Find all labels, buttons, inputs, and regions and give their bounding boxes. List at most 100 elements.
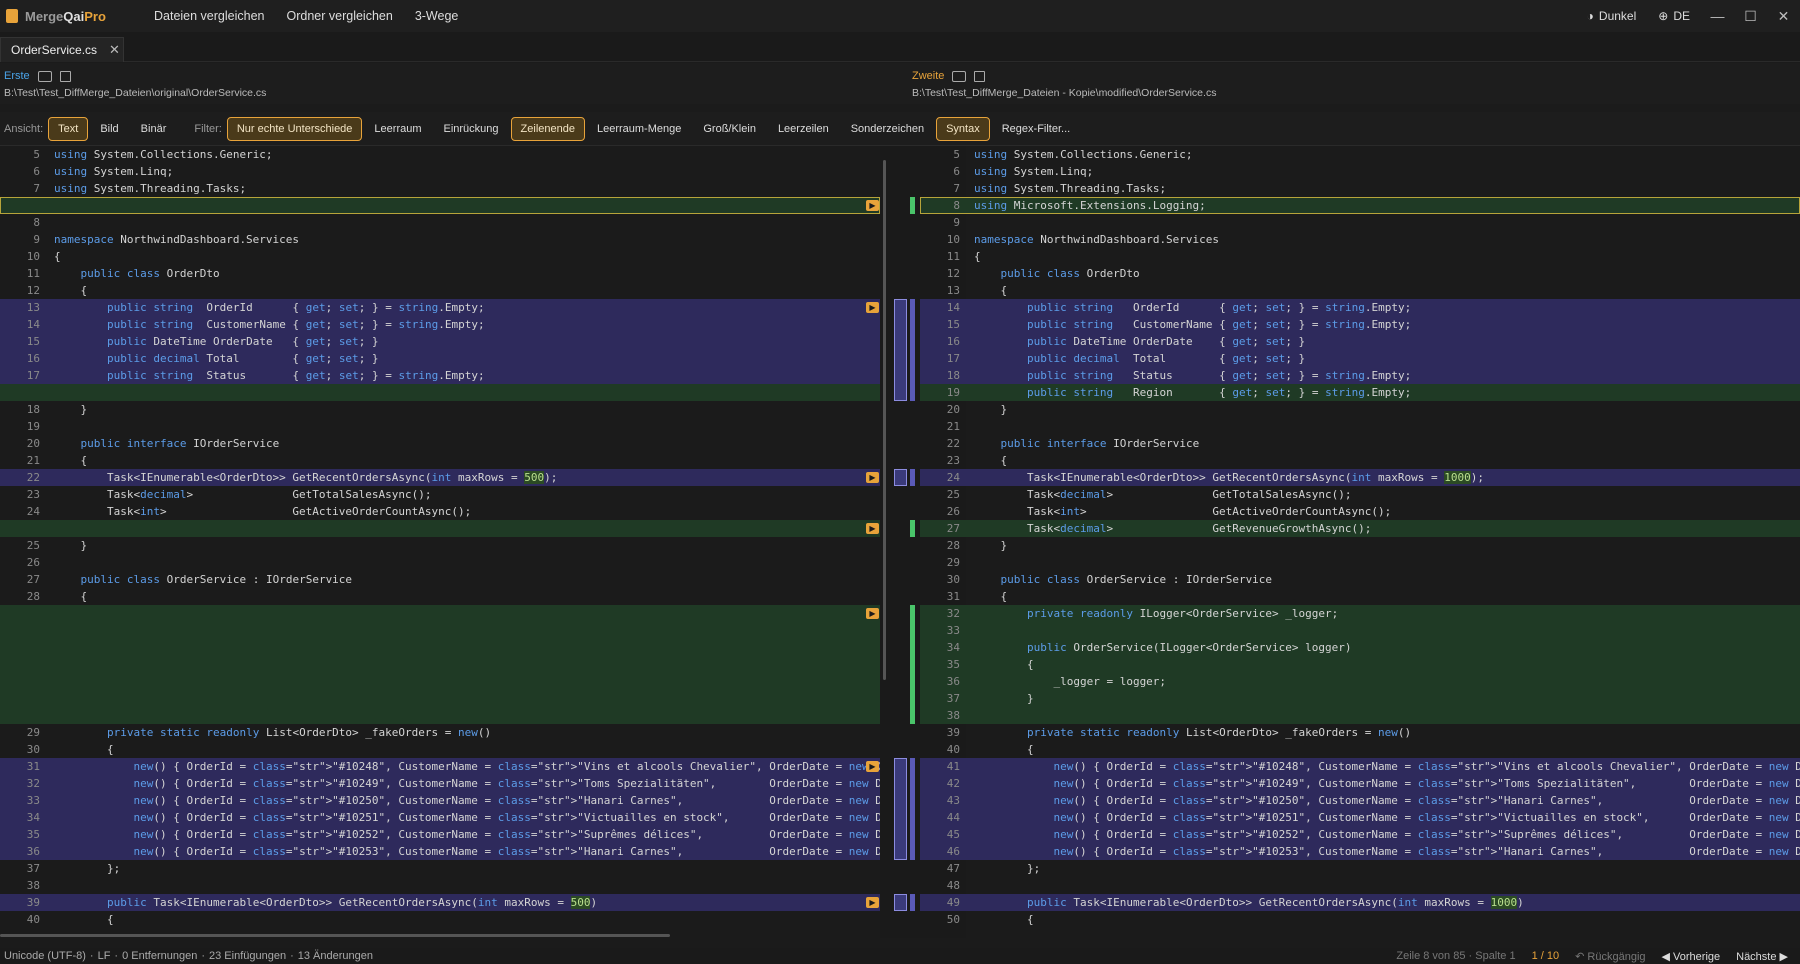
- right-code-line[interactable]: 47 };: [920, 860, 1800, 877]
- left-code-line[interactable]: [0, 690, 880, 707]
- right-code-line[interactable]: 9: [920, 214, 1800, 231]
- filter-empty-lines[interactable]: Leerzeilen: [768, 117, 839, 141]
- menu-compare-folders[interactable]: Ordner vergleichen: [276, 0, 404, 32]
- left-code-line[interactable]: 18 }: [0, 401, 880, 418]
- right-code-line[interactable]: 8 using Microsoft.Extensions.Logging;: [920, 197, 1800, 214]
- filter-indent[interactable]: Einrückung: [434, 117, 509, 141]
- left-code-line[interactable]: 38: [0, 877, 880, 894]
- left-code-line[interactable]: 16 public decimal Total { get; set; }: [0, 350, 880, 367]
- right-code-line[interactable]: 6 using System.Linq;: [920, 163, 1800, 180]
- right-code-line[interactable]: 29: [920, 554, 1800, 571]
- left-code-line[interactable]: [0, 197, 880, 214]
- left-code-line[interactable]: 9 namespace NorthwindDashboard.Services: [0, 231, 880, 248]
- right-code-line[interactable]: 24 Task<IEnumerable<OrderDto>> GetRecent…: [920, 469, 1800, 486]
- left-code-line[interactable]: 40 {: [0, 911, 880, 928]
- right-code-line[interactable]: 22 public interface IOrderService: [920, 435, 1800, 452]
- left-code-line[interactable]: 13 public string OrderId { get; set; } =…: [0, 299, 880, 316]
- right-code-line[interactable]: 27 Task<decimal> GetRevenueGrowthAsync()…: [920, 520, 1800, 537]
- left-code-line[interactable]: 31 new() { OrderId = class="str">"#10248…: [0, 758, 880, 775]
- left-code-line[interactable]: 35 new() { OrderId = class="str">"#10252…: [0, 826, 880, 843]
- right-code-line[interactable]: 12 public class OrderDto: [920, 265, 1800, 282]
- theme-toggle[interactable]: ◑ Dunkel: [1576, 9, 1648, 23]
- right-code-line[interactable]: 34 public OrderService(ILogger<OrderServ…: [920, 639, 1800, 656]
- left-code-line[interactable]: 25 }: [0, 537, 880, 554]
- right-code-line[interactable]: 49 public Task<IEnumerable<OrderDto>> Ge…: [920, 894, 1800, 911]
- filter-syntax[interactable]: Syntax: [936, 116, 990, 141]
- right-code-line[interactable]: 41 new() { OrderId = class="str">"#10248…: [920, 758, 1800, 775]
- menu-three-way[interactable]: 3-Wege: [404, 0, 470, 32]
- left-code-line[interactable]: 34 new() { OrderId = class="str">"#10251…: [0, 809, 880, 826]
- right-code-line[interactable]: 44 new() { OrderId = class="str">"#10251…: [920, 809, 1800, 826]
- left-code-line[interactable]: 23 Task<decimal> GetTotalSalesAsync();: [0, 486, 880, 503]
- menu-compare-files[interactable]: Dateien vergleichen: [143, 0, 276, 32]
- right-code-line[interactable]: 13 {: [920, 282, 1800, 299]
- view-binary-button[interactable]: Binär: [131, 117, 177, 141]
- filter-line-ending[interactable]: Zeilenende: [510, 116, 585, 141]
- right-code-line[interactable]: 38: [920, 707, 1800, 724]
- minimize-button[interactable]: —: [1701, 8, 1734, 24]
- right-code-line[interactable]: 23 {: [920, 452, 1800, 469]
- horizontal-scrollbar[interactable]: [0, 934, 880, 938]
- left-code-line[interactable]: 37 };: [0, 860, 880, 877]
- left-code-line[interactable]: [0, 622, 880, 639]
- right-code-line[interactable]: 35 {: [920, 656, 1800, 673]
- left-code-line[interactable]: 19: [0, 418, 880, 435]
- undo-button[interactable]: ↶ Rückgängig: [1575, 950, 1645, 963]
- tab-orderservice[interactable]: OrderService.cs ✕: [0, 37, 124, 62]
- left-code-line[interactable]: 27 public class OrderService : IOrderSer…: [0, 571, 880, 588]
- prev-diff-button[interactable]: ◀ Vorherige: [1662, 950, 1721, 963]
- save-icon[interactable]: [59, 70, 71, 82]
- right-code-line[interactable]: 45 new() { OrderId = class="str">"#10252…: [920, 826, 1800, 843]
- left-code-line[interactable]: 7 using System.Threading.Tasks;: [0, 180, 880, 197]
- filter-special-chars[interactable]: Sonderzeichen: [841, 117, 934, 141]
- maximize-button[interactable]: ☐: [1734, 8, 1767, 25]
- merge-right-arrow-icon[interactable]: ▶: [866, 608, 879, 619]
- right-code-line[interactable]: 40 {: [920, 741, 1800, 758]
- merge-right-arrow-icon[interactable]: ▶: [866, 761, 879, 772]
- right-code-line[interactable]: 5 using System.Collections.Generic;: [920, 146, 1800, 163]
- left-code-line[interactable]: [0, 384, 880, 401]
- left-code-line[interactable]: 28 {: [0, 588, 880, 605]
- merge-right-arrow-icon[interactable]: ▶: [866, 523, 879, 534]
- right-code-line[interactable]: 7 using System.Threading.Tasks;: [920, 180, 1800, 197]
- right-code-line[interactable]: 32 private readonly ILogger<OrderService…: [920, 605, 1800, 622]
- merge-right-arrow-icon[interactable]: ▶: [866, 302, 879, 313]
- right-code-line[interactable]: 14 public string OrderId { get; set; } =…: [920, 299, 1800, 316]
- left-code-line[interactable]: 32 new() { OrderId = class="str">"#10249…: [0, 775, 880, 792]
- left-code-line[interactable]: 39 public Task<IEnumerable<OrderDto>> Ge…: [0, 894, 880, 911]
- left-code-line[interactable]: 10 {: [0, 248, 880, 265]
- tab-close-icon[interactable]: ✕: [109, 42, 120, 58]
- merge-right-arrow-icon[interactable]: ▶: [866, 897, 879, 908]
- left-code-line[interactable]: 29 private static readonly List<OrderDto…: [0, 724, 880, 741]
- left-code-line[interactable]: [0, 520, 880, 537]
- right-code-line[interactable]: 19 public string Region { get; set; } = …: [920, 384, 1800, 401]
- save-icon[interactable]: [974, 70, 986, 82]
- left-code-line[interactable]: 8: [0, 214, 880, 231]
- left-code-line[interactable]: [0, 639, 880, 656]
- right-code-line[interactable]: 30 public class OrderService : IOrderSer…: [920, 571, 1800, 588]
- left-code-line[interactable]: 30 {: [0, 741, 880, 758]
- right-code-line[interactable]: 16 public DateTime OrderDate { get; set;…: [920, 333, 1800, 350]
- merge-right-arrow-icon[interactable]: ▶: [866, 472, 879, 483]
- filter-real-diffs[interactable]: Nur echte Unterschiede: [226, 116, 363, 141]
- left-code-line[interactable]: [0, 673, 880, 690]
- right-code-line[interactable]: 25 Task<decimal> GetTotalSalesAsync();: [920, 486, 1800, 503]
- language-select[interactable]: ⊕ DE: [1647, 9, 1701, 23]
- merge-right-arrow-icon[interactable]: ▶: [866, 200, 879, 211]
- right-code-line[interactable]: 33: [920, 622, 1800, 639]
- left-editor[interactable]: 5 using System.Collections.Generic; 6 using…: [0, 146, 880, 938]
- left-code-line[interactable]: [0, 605, 880, 622]
- left-code-line[interactable]: 21 {: [0, 452, 880, 469]
- left-code-line[interactable]: 20 public interface IOrderService: [0, 435, 880, 452]
- right-code-line[interactable]: 28 }: [920, 537, 1800, 554]
- right-editor[interactable]: 5 using System.Collections.Generic; 6 using…: [920, 146, 1800, 938]
- view-text-button[interactable]: Text: [48, 116, 89, 141]
- scroll-thumb[interactable]: [0, 934, 670, 937]
- right-code-line[interactable]: 26 Task<int> GetActiveOrderCountAsync();: [920, 503, 1800, 520]
- filter-regex[interactable]: Regex-Filter...: [992, 117, 1080, 141]
- right-code-line[interactable]: 37 }: [920, 690, 1800, 707]
- vertical-scrollbar[interactable]: [883, 160, 886, 680]
- left-code-line[interactable]: [0, 656, 880, 673]
- left-code-line[interactable]: 26: [0, 554, 880, 571]
- left-code-line[interactable]: 6 using System.Linq;: [0, 163, 880, 180]
